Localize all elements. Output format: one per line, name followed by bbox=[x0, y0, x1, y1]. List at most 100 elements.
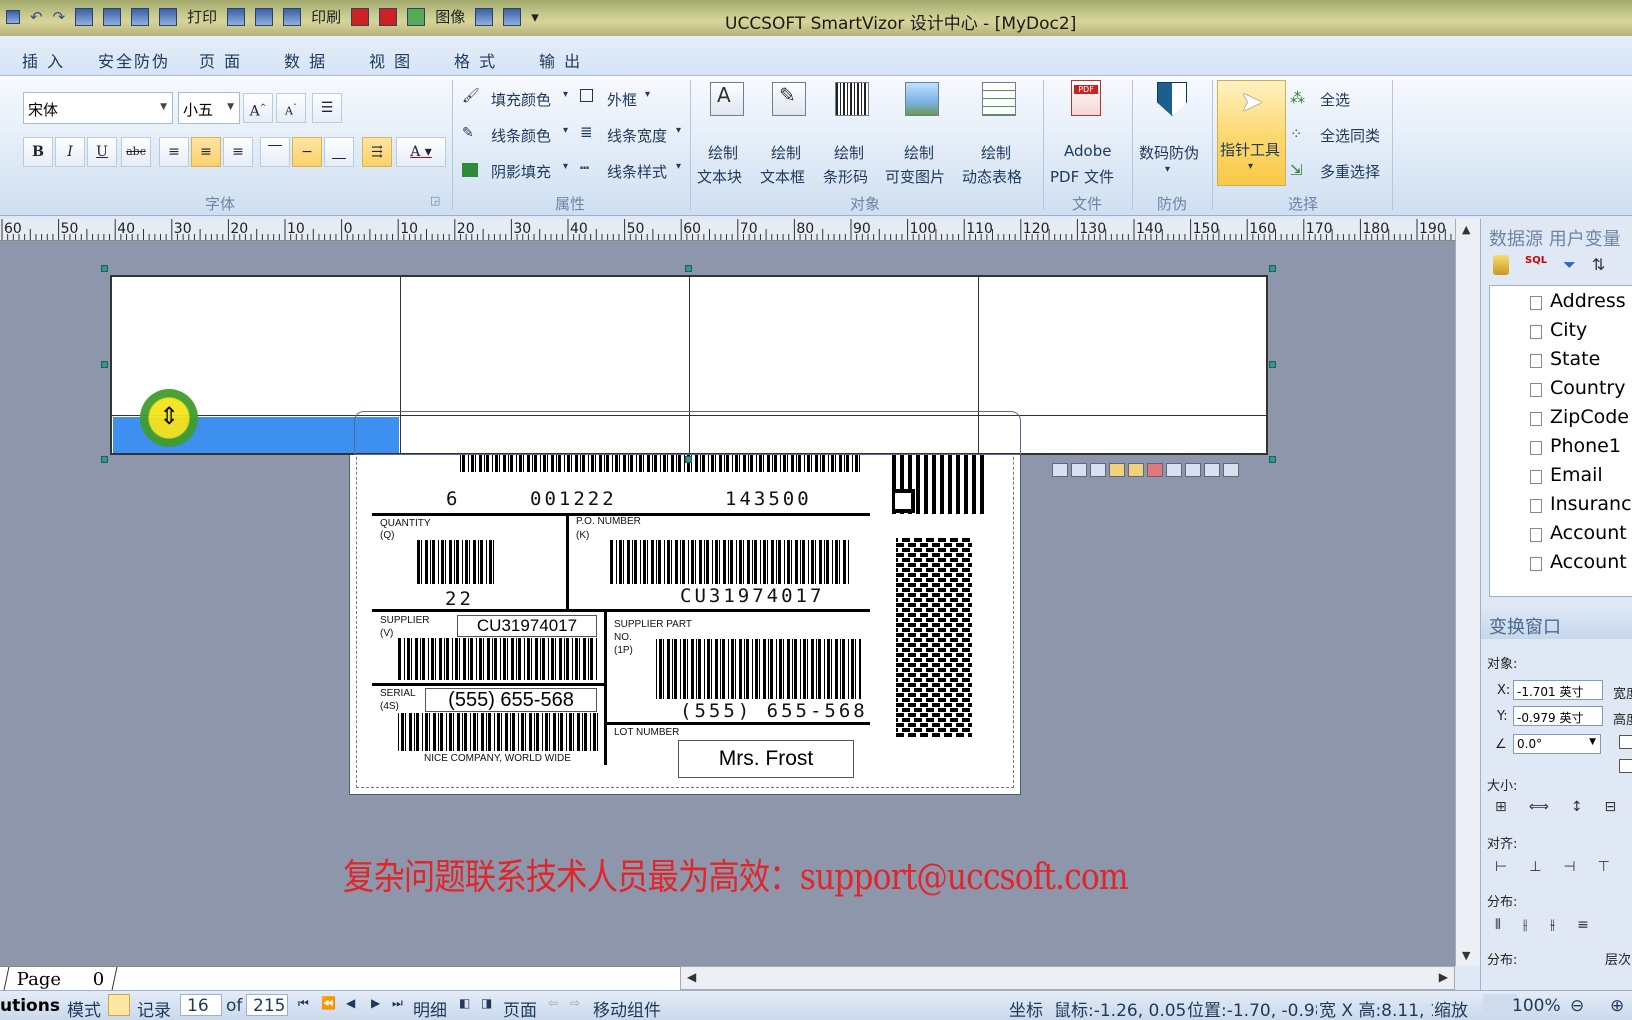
italic-button[interactable]: I bbox=[55, 137, 85, 167]
valign-bottom-icon[interactable]: ⎽ bbox=[324, 137, 354, 167]
strike-button[interactable]: abc bbox=[121, 137, 151, 167]
draw-table-bottom[interactable]: 动态表格 bbox=[962, 166, 1022, 187]
field-item[interactable]: Account bbox=[1550, 551, 1627, 573]
field-item[interactable]: ZipCode bbox=[1550, 406, 1629, 428]
align-right-tool-icon[interactable]: ⊣ bbox=[1563, 859, 1575, 875]
resize-handle[interactable] bbox=[1269, 456, 1276, 463]
draw-image-top[interactable]: 绘制 bbox=[904, 142, 934, 163]
serial-barcode[interactable] bbox=[398, 713, 598, 751]
picture-icon[interactable] bbox=[503, 7, 522, 26]
page-next-icon[interactable]: ⇨ bbox=[570, 996, 580, 1010]
menu-data[interactable]: 数 据 bbox=[284, 48, 327, 72]
pdf417-barcode[interactable] bbox=[896, 538, 972, 738]
detail-next-icon[interactable]: ◨ bbox=[481, 996, 492, 1010]
menu-view[interactable]: 视 图 bbox=[369, 48, 412, 72]
chevron-down-icon[interactable]: ▾ bbox=[563, 89, 568, 100]
dialog-launcher-icon[interactable]: ◲ bbox=[430, 194, 440, 207]
pdf-file-button[interactable]: PDF 文件 bbox=[1050, 166, 1114, 187]
resize-handle[interactable] bbox=[1269, 265, 1276, 272]
image-button[interactable]: 图像 bbox=[435, 6, 465, 27]
align-center-icon[interactable]: ≡ bbox=[191, 137, 221, 167]
horizontal-scrollbar[interactable]: ◀ ▶ bbox=[680, 966, 1455, 990]
undo-icon[interactable]: ↶ bbox=[30, 8, 43, 26]
pdf-export-icon[interactable] bbox=[379, 7, 398, 26]
resize-handle[interactable] bbox=[101, 265, 108, 272]
field-item[interactable]: Phone1 bbox=[1550, 435, 1621, 457]
x-input[interactable]: -1.701 英寸 bbox=[1513, 680, 1603, 700]
chevron-down-icon[interactable]: ▾ bbox=[645, 89, 650, 100]
database-icon[interactable] bbox=[1493, 255, 1509, 275]
table-tool-icon[interactable] bbox=[1052, 463, 1068, 477]
table-tool-icon[interactable] bbox=[1147, 463, 1163, 477]
field-item[interactable]: Insuranc bbox=[1550, 493, 1632, 515]
resize-handle[interactable] bbox=[685, 456, 692, 463]
table-tool-icon[interactable] bbox=[1071, 463, 1087, 477]
press-icon[interactable] bbox=[283, 7, 302, 26]
distribute-r-icon[interactable]: ⫳ bbox=[1549, 917, 1555, 933]
lot-value-box[interactable]: Mrs. Frost bbox=[678, 740, 854, 778]
scroll-up-icon[interactable]: ▲ bbox=[1462, 223, 1470, 236]
adobe-label[interactable]: Adobe bbox=[1064, 142, 1111, 160]
resize-handle[interactable] bbox=[685, 265, 692, 272]
nav-last-icon[interactable]: ⏭ bbox=[392, 996, 403, 1011]
press-button[interactable]: 印刷 bbox=[311, 6, 341, 27]
table-tool-icon[interactable] bbox=[1223, 463, 1239, 477]
page-tab[interactable]: Page 0 bbox=[3, 967, 118, 990]
chevron-down-icon[interactable]: ▾ bbox=[1165, 164, 1170, 175]
scroll-left-icon[interactable]: ◀ bbox=[687, 970, 696, 984]
green-icon[interactable] bbox=[407, 7, 426, 26]
new-doc-icon[interactable] bbox=[75, 7, 94, 26]
draw-textbox-top[interactable]: 绘制 bbox=[771, 142, 801, 163]
dynamic-table[interactable]: ⇕ bbox=[110, 275, 1268, 455]
align-center-tool-icon[interactable]: ⊥ bbox=[1529, 859, 1541, 875]
nav-first-page-icon[interactable]: ⏪ bbox=[321, 996, 336, 1010]
table-tool-icon[interactable] bbox=[1166, 463, 1182, 477]
table-tool-icon[interactable] bbox=[1128, 463, 1144, 477]
vertical-scrollbar[interactable]: ▲ ▼ bbox=[1455, 219, 1480, 966]
select-all-button[interactable]: 全选 bbox=[1320, 89, 1350, 110]
menu-insert[interactable]: 插 入 bbox=[22, 48, 65, 72]
nav-prev-icon[interactable]: ◀ bbox=[346, 996, 355, 1010]
distribute-v-icon[interactable]: ≡ bbox=[1577, 917, 1589, 933]
distribute-h-icon[interactable]: ⫴ bbox=[1495, 917, 1501, 933]
draw-textblock-top[interactable]: 绘制 bbox=[708, 142, 738, 163]
scroll-right-icon[interactable]: ▶ bbox=[1439, 970, 1448, 984]
resize-handle[interactable] bbox=[101, 361, 108, 368]
grow-font-button[interactable]: A^ bbox=[243, 93, 273, 123]
po-barcode[interactable] bbox=[610, 540, 850, 584]
valign-top-icon[interactable]: ⎺ bbox=[260, 137, 290, 167]
table-tool-icon[interactable] bbox=[1204, 463, 1220, 477]
nav-next-icon[interactable]: ▶ bbox=[371, 996, 380, 1010]
nav-first-icon[interactable]: ⏮ bbox=[298, 996, 309, 1011]
label-page[interactable]: 6 001222 143500 QUANTITY (Q) 22 P.O. NUM… bbox=[349, 411, 1021, 795]
table-tool-icon[interactable] bbox=[1109, 463, 1125, 477]
saveas-icon[interactable] bbox=[159, 7, 178, 26]
underline-button[interactable]: U bbox=[87, 137, 117, 167]
redo-icon[interactable]: ↷ bbox=[53, 8, 66, 26]
filter-icon[interactable]: ⏷ bbox=[1563, 255, 1576, 275]
draw-barcode-top[interactable]: 绘制 bbox=[834, 142, 864, 163]
field-item[interactable]: Address bbox=[1550, 290, 1626, 312]
chevron-down-icon[interactable]: ▾ bbox=[563, 161, 568, 172]
same-height-icon[interactable]: ↕ bbox=[1571, 799, 1583, 815]
app-icon[interactable] bbox=[6, 9, 20, 24]
line-style-button[interactable]: 线条样式 bbox=[607, 161, 667, 182]
supplier-value-box[interactable]: CU31974017 bbox=[457, 615, 597, 637]
chevron-down-icon[interactable]: ▾ bbox=[563, 125, 568, 136]
digital-security-button[interactable]: 数码防伪 bbox=[1139, 142, 1199, 163]
scroll-down-icon[interactable]: ▼ bbox=[1462, 949, 1470, 962]
chevron-down-icon[interactable]: ▾ bbox=[676, 125, 681, 136]
supplier-barcode[interactable] bbox=[398, 638, 598, 680]
pointer-tool-button[interactable]: ➤ 指针工具 ▾ bbox=[1217, 80, 1286, 186]
zoom-in-icon[interactable]: ⊕ bbox=[1610, 996, 1624, 1016]
menu-page[interactable]: 页 面 bbox=[199, 48, 242, 72]
resize-handle[interactable] bbox=[1269, 361, 1276, 368]
pdf-icon[interactable] bbox=[351, 7, 370, 26]
distribute-c-icon[interactable]: ⫲ bbox=[1523, 917, 1528, 933]
draw-textblock-bottom[interactable]: 文本块 bbox=[697, 166, 742, 187]
shrink-font-button[interactable]: Aˇ bbox=[276, 93, 306, 123]
detail-prev-icon[interactable]: ◧ bbox=[459, 996, 470, 1010]
record-input[interactable]: 16 bbox=[180, 994, 222, 1016]
bold-button[interactable]: B bbox=[23, 137, 53, 167]
checkbox[interactable] bbox=[1619, 735, 1632, 749]
